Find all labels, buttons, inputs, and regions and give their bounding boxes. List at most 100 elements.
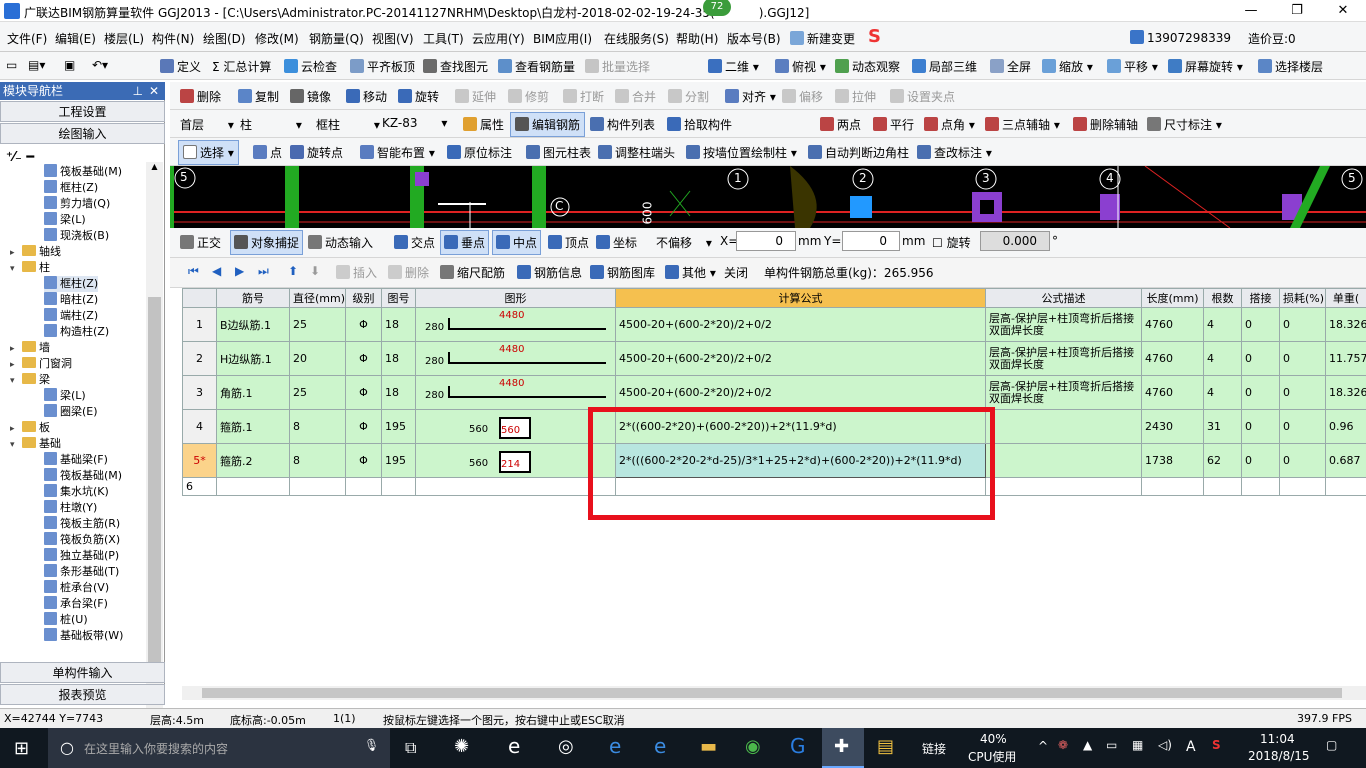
delete-row-button[interactable]: 删除 xyxy=(388,264,429,281)
shape-cell[interactable] xyxy=(415,477,616,496)
sogou-tray-icon[interactable]: S xyxy=(1212,738,1221,752)
rotate-checkbox[interactable]: ☐ 旋转 xyxy=(932,234,971,251)
scale-rebar-button[interactable]: 缩尺配筋 xyxy=(440,264,505,281)
coordinate-button[interactable]: 坐标 xyxy=(596,234,637,251)
lap-cell[interactable]: 0 xyxy=(1241,443,1280,478)
extend-button[interactable]: 延伸 xyxy=(455,88,496,105)
tree-item[interactable]: 剪力墙(Q) xyxy=(44,196,110,212)
menu-edit[interactable]: 编辑(E) xyxy=(55,30,96,47)
smart-layout-dropdown[interactable]: 智能布置 ▾ xyxy=(360,144,435,161)
taskbar-search[interactable]: ○ 在这里输入你要搜索的内容 🎙 xyxy=(48,728,390,768)
glodon-active-app[interactable]: ✚ xyxy=(822,728,864,768)
vertex-button[interactable]: 顶点 xyxy=(548,234,589,251)
edge-icon[interactable]: e xyxy=(609,734,621,758)
mirror-button[interactable]: 镜像 xyxy=(290,88,331,105)
rotate-input[interactable]: 0.000 xyxy=(980,231,1050,251)
fig-no-cell[interactable] xyxy=(381,477,416,496)
maximize-button[interactable]: ❐ xyxy=(1274,0,1320,22)
tree-folder[interactable]: ▾ 柱 xyxy=(10,260,50,276)
row-index-cell[interactable]: 5* xyxy=(182,443,217,478)
tree-item[interactable]: 圈梁(E) xyxy=(44,404,98,420)
y-input[interactable]: 0 xyxy=(842,231,900,251)
col-fig-no[interactable]: 图号 xyxy=(381,288,416,308)
formula-desc-cell[interactable] xyxy=(985,477,1142,496)
bar-name-cell[interactable]: 箍筋.1 xyxy=(216,409,290,444)
col-shape[interactable]: 图形 xyxy=(415,288,616,308)
clock-date[interactable]: 2018/8/15 xyxy=(1248,749,1310,763)
bar-name-cell[interactable] xyxy=(216,477,290,496)
battery-icon[interactable]: ▭ xyxy=(1106,738,1117,752)
shape-cell[interactable]: 560 560 xyxy=(415,409,616,444)
unit-weight-cell[interactable]: 18.326 xyxy=(1325,307,1366,342)
three-point-axis-dropdown[interactable]: 三点辅轴 ▾ xyxy=(985,116,1060,133)
length-cell[interactable]: 2430 xyxy=(1141,409,1204,444)
count-cell[interactable]: 62 xyxy=(1203,443,1242,478)
tree-item[interactable]: 筏板负筋(X) xyxy=(44,532,120,548)
shape-cell[interactable]: 280 4480 xyxy=(415,341,616,376)
menu-new-change[interactable]: 新建变更 xyxy=(790,30,855,47)
floor-select[interactable]: 首层 ▾ xyxy=(180,116,234,133)
rotate-point-button[interactable]: 旋转点 xyxy=(290,144,343,161)
draw-by-wall-dropdown[interactable]: 按墙位置绘制柱 ▾ xyxy=(686,144,797,161)
tree-item[interactable]: 框柱(Z) xyxy=(44,276,99,292)
diameter-cell[interactable]: 8 xyxy=(289,409,346,444)
edge-legacy-icon[interactable]: e xyxy=(508,734,520,758)
grade-cell[interactable]: Φ xyxy=(345,375,382,410)
grade-cell[interactable]: Φ xyxy=(345,409,382,444)
col-lap[interactable]: 搭接 xyxy=(1241,288,1280,308)
menu-rebar[interactable]: 钢筋量(Q) xyxy=(309,30,364,47)
select-dropdown[interactable]: 选择 ▾ xyxy=(178,140,239,165)
batch-select-button[interactable]: 批量选择 xyxy=(585,58,650,75)
grade-cell[interactable]: Φ xyxy=(345,307,382,342)
count-cell[interactable]: 31 xyxy=(1203,409,1242,444)
menu-version[interactable]: 版本号(B) xyxy=(727,30,781,47)
first-record-icon[interactable]: ⏮ xyxy=(188,264,199,279)
dynamic-observe-button[interactable]: 动态观察 xyxy=(835,58,900,75)
action-center-icon[interactable]: ▢ xyxy=(1326,738,1337,752)
table-row[interactable]: 2 H边纵筋.1 20 Φ 18 280 4480 4500-20+(600-2*20)/2+… xyxy=(182,341,1366,376)
tree-item[interactable]: 筏板主筋(R) xyxy=(44,516,120,532)
expand-toggle-icon[interactable]: ▾ xyxy=(10,437,19,453)
menu-component[interactable]: 构件(N) xyxy=(152,30,194,47)
col-count[interactable]: 根数 xyxy=(1203,288,1242,308)
expand-toggle-icon[interactable]: ▸ xyxy=(10,245,19,261)
menu-file[interactable]: 文件(F) xyxy=(7,30,47,47)
break-button[interactable]: 打断 xyxy=(563,88,604,105)
report-preview-button[interactable]: 报表预览 xyxy=(0,684,165,705)
tree-folder[interactable]: ▸ 墙 xyxy=(10,340,50,356)
unit-weight-cell[interactable]: 0.96 xyxy=(1325,409,1366,444)
offset-button[interactable]: 偏移 xyxy=(782,88,823,105)
tree-item[interactable]: 梁(L) xyxy=(44,212,86,228)
dimension-dropdown[interactable]: 尺寸标注 ▾ xyxy=(1147,116,1222,133)
move-up-icon[interactable]: ⬆ xyxy=(288,264,298,278)
expand-toggle-icon[interactable]: ▸ xyxy=(10,421,19,437)
cost-beans[interactable]: 造价豆:0 xyxy=(1248,30,1296,47)
copy-button[interactable]: 复制 xyxy=(238,88,279,105)
network-icon[interactable]: ▦ xyxy=(1132,738,1143,752)
pick-component-button[interactable]: 拾取构件 xyxy=(667,116,732,133)
count-cell[interactable]: 4 xyxy=(1203,341,1242,376)
expand-toggle-icon[interactable]: ▾ xyxy=(10,373,19,389)
prev-record-icon[interactable]: ◀ xyxy=(212,264,221,278)
menu-view[interactable]: 视图(V) xyxy=(372,30,414,47)
tree-folder[interactable]: ▸ 门窗洞 xyxy=(10,356,72,372)
count-cell[interactable]: 4 xyxy=(1203,375,1242,410)
col-grade[interactable]: 级别 xyxy=(345,288,382,308)
select-floor-button[interactable]: 选择楼层 xyxy=(1258,58,1323,75)
tree-item[interactable]: 现浇板(B) xyxy=(44,228,109,244)
ortho-button[interactable]: 正交 xyxy=(180,234,221,251)
count-cell[interactable] xyxy=(1203,477,1242,496)
delete-button[interactable]: 删除 xyxy=(180,88,221,105)
point-button[interactable]: 点 xyxy=(253,144,282,161)
rebar-info-button[interactable]: 钢筋信息 xyxy=(517,264,582,281)
split-button[interactable]: 分割 xyxy=(668,88,709,105)
grade-cell[interactable]: Φ xyxy=(345,443,382,478)
row-index-cell[interactable]: 3 xyxy=(182,375,217,410)
tree-item[interactable]: 集水坑(K) xyxy=(44,484,109,500)
check-annotation-dropdown[interactable]: 查改标注 ▾ xyxy=(917,144,992,161)
taskbar-link[interactable]: 链接 xyxy=(922,740,946,757)
fig-no-cell[interactable]: 195 xyxy=(381,443,416,478)
parallel-button[interactable]: 平行 xyxy=(873,116,914,133)
close-button[interactable]: ✕ xyxy=(1320,0,1366,22)
last-record-icon[interactable]: ⏭ xyxy=(258,264,269,279)
